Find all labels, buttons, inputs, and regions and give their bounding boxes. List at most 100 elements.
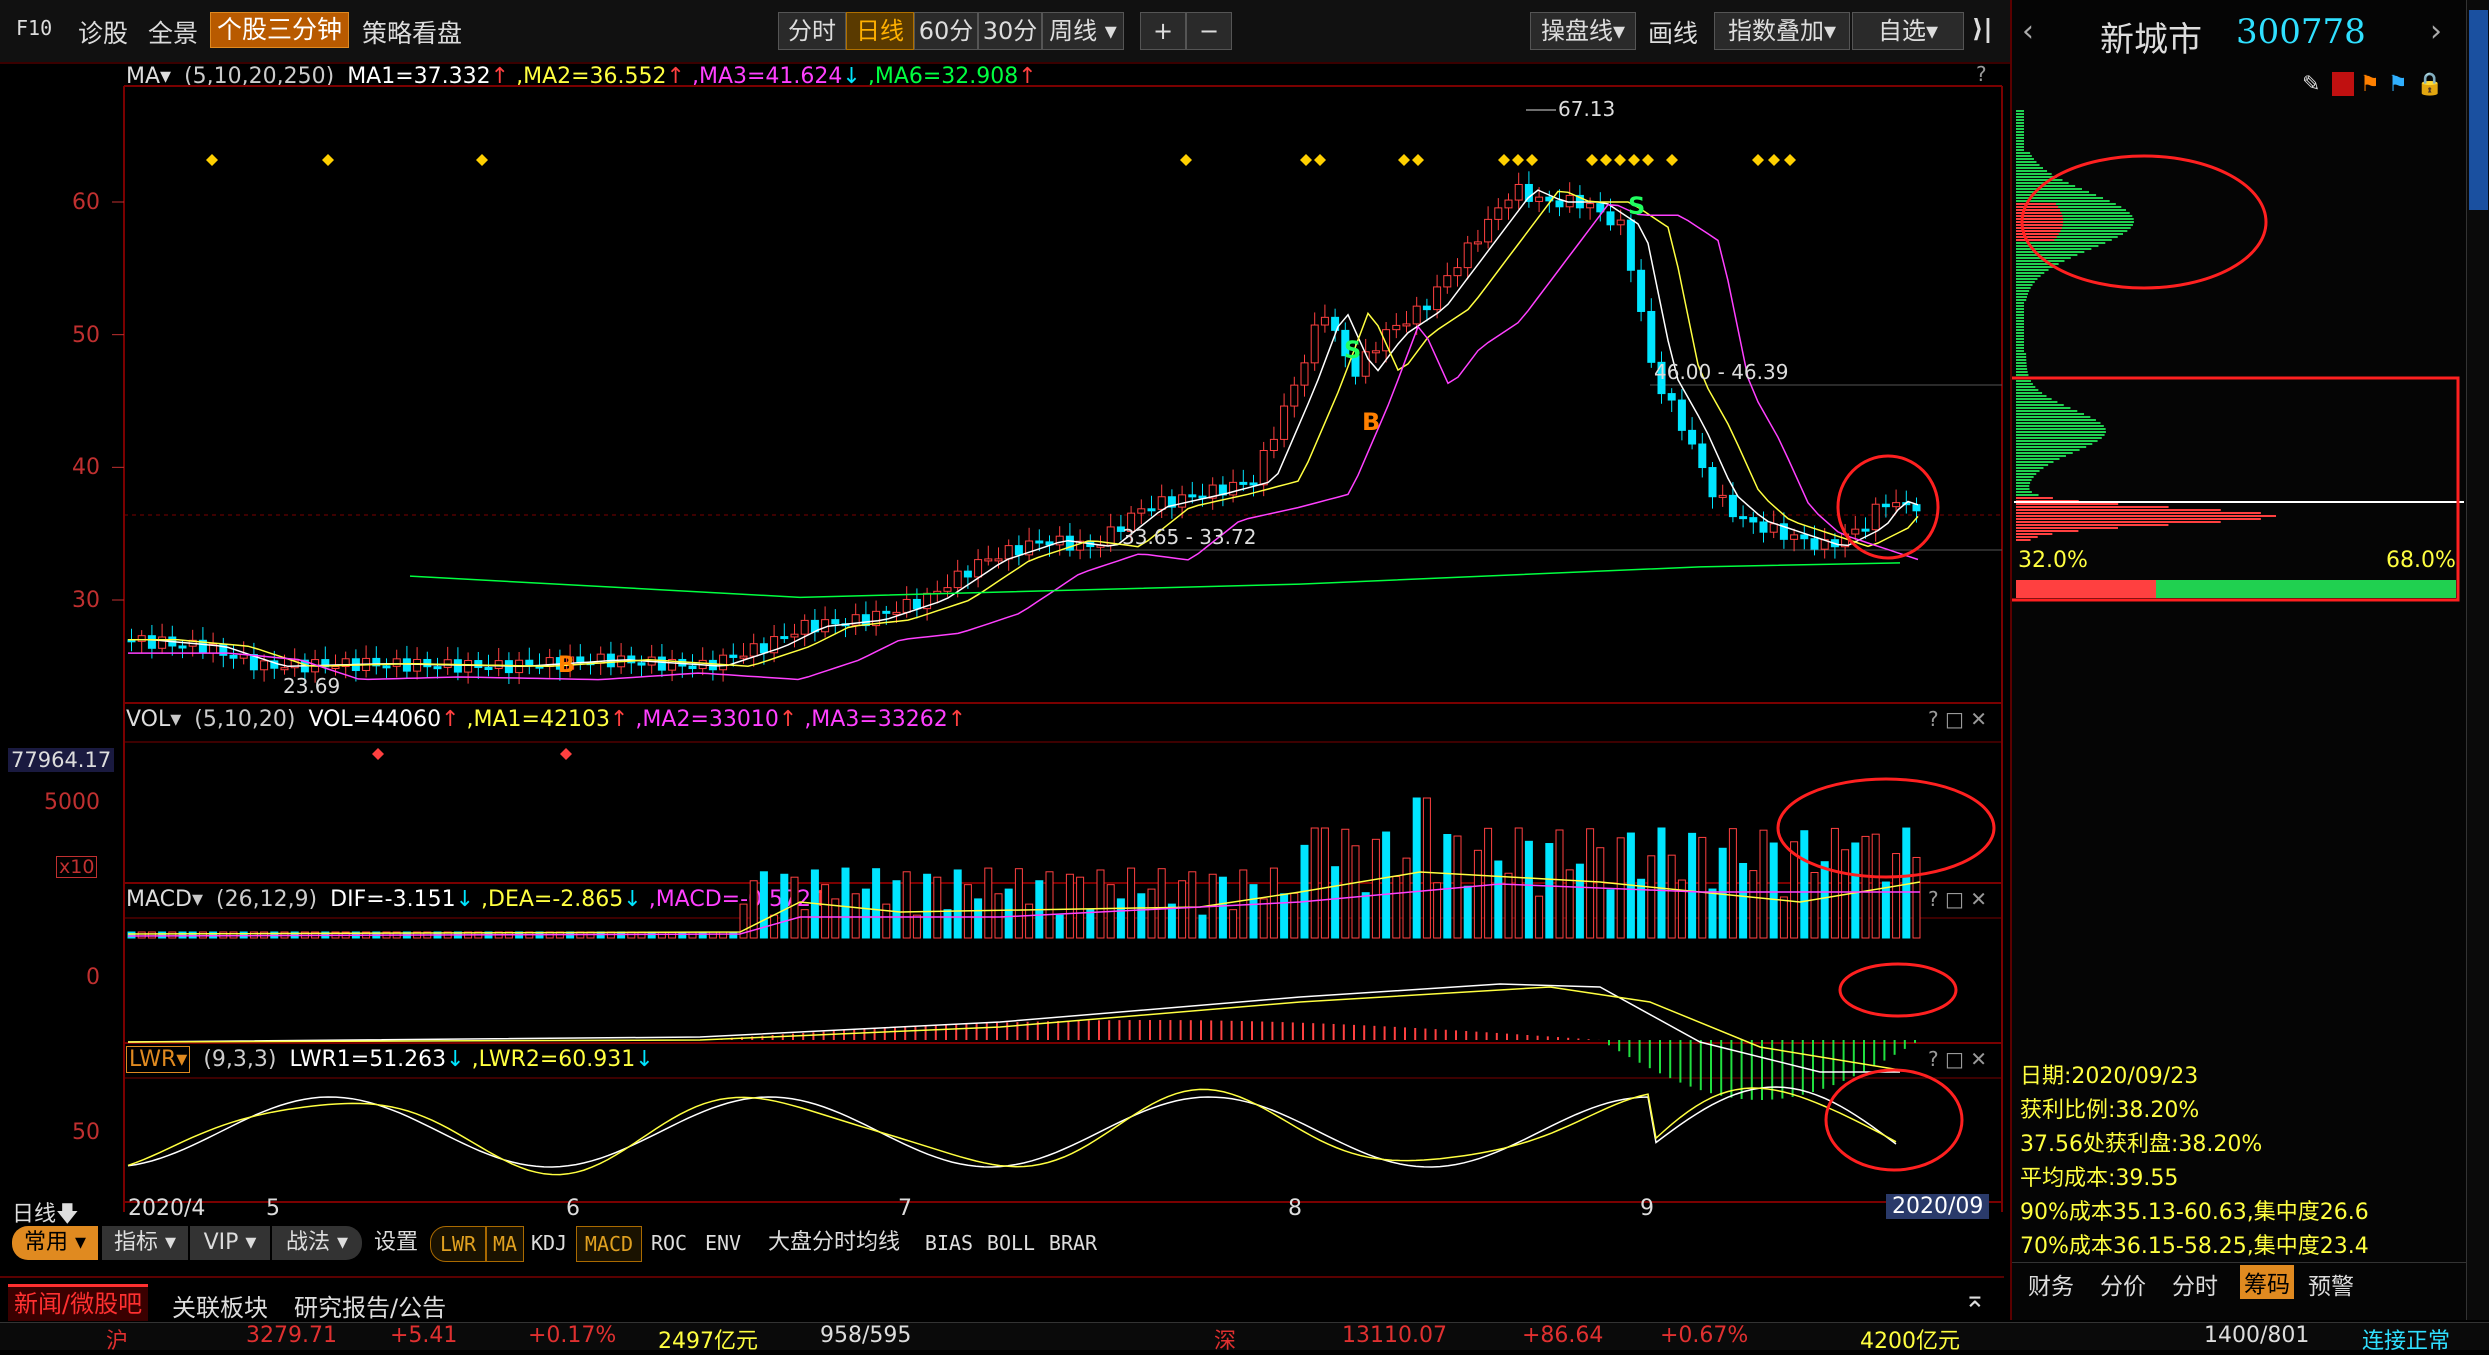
chip-bar <box>2016 338 2024 340</box>
volume-bar <box>943 909 952 939</box>
volume-bar <box>1535 895 1544 939</box>
period-weekly[interactable]: 周线 ▾ <box>1042 12 1124 50</box>
zoom-out-button[interactable]: − <box>1186 12 1232 50</box>
draw-line-button[interactable]: 画线 <box>1648 14 1698 50</box>
end-date-label: 2020/09 <box>1886 1194 1990 1219</box>
candle-body <box>1300 362 1309 386</box>
chip-bar <box>2016 485 2030 487</box>
tab-chips[interactable]: 筹码 <box>2240 1265 2294 1299</box>
tab-related-sectors[interactable]: 关联板块 <box>172 1288 268 1323</box>
candle-body <box>1892 502 1901 508</box>
tab-brar[interactable]: BRAR <box>1044 1226 1102 1260</box>
flag-blue-icon[interactable]: ⚑ <box>2388 72 2408 97</box>
chip-bar <box>2016 113 2024 115</box>
volume-bar <box>1912 856 1921 939</box>
chip-bar <box>2016 524 2169 526</box>
lock-icon[interactable]: 🔒 <box>2416 72 2443 97</box>
chip-profit-ratio: 获利比例:38.20% <box>2020 1098 2200 1123</box>
tab-macd[interactable]: MACD <box>576 1226 642 1262</box>
chip-bar <box>2016 122 2024 124</box>
collapse-panel-icon[interactable]: ⟩| <box>1972 14 1993 43</box>
tab-price-dist[interactable]: 分价 <box>2100 1267 2146 1301</box>
tab-bias[interactable]: BIAS <box>920 1226 978 1260</box>
next-stock-icon[interactable]: › <box>2430 14 2442 49</box>
chip-bar <box>2016 152 2031 154</box>
trade-line-button[interactable]: 操盘线▾ <box>1530 12 1636 50</box>
index-overlay-button[interactable]: 指数叠加▾ <box>1714 12 1850 50</box>
kline-chart[interactable]: 67.13 23.69 46.00 - 46.39 33.65 - 33.72 … <box>0 62 2004 1212</box>
candle-body <box>1586 203 1595 209</box>
strategy-button[interactable]: 策略看盘 <box>362 14 462 50</box>
candle-body <box>1861 528 1870 532</box>
zoom-in-button[interactable]: + <box>1140 12 1186 50</box>
chip-info: 日期:2020/09/23 获利比例:38.20% 37.56处获利盘:38.2… <box>2012 1058 2466 1259</box>
tab-kdj[interactable]: KDJ <box>524 1226 574 1260</box>
chip-bar <box>2016 341 2024 343</box>
prev-stock-icon[interactable]: ‹ <box>2022 14 2034 49</box>
candle-body <box>1239 481 1248 485</box>
watchlist-button[interactable]: 自选▾ <box>1852 12 1964 50</box>
sz-pct: +0.67% <box>1660 1323 1749 1348</box>
flag-icon[interactable]: ⚑ <box>2360 72 2380 97</box>
period-daily[interactable]: 日线 <box>846 12 914 50</box>
period-intraday[interactable]: 分时 <box>778 12 846 50</box>
f10-button[interactable]: F10 <box>16 16 52 40</box>
volume-bar <box>1361 892 1370 939</box>
diagnose-button[interactable]: 诊股 <box>78 14 128 50</box>
tab-common[interactable]: 常用 ▾ <box>12 1226 98 1260</box>
tab-indicators[interactable]: 指标 ▾ <box>102 1226 188 1260</box>
collapse-up-icon[interactable]: ⌅ <box>1964 1284 1986 1314</box>
candle-body <box>1881 503 1890 508</box>
volume-bar <box>1718 847 1727 939</box>
three-minute-button[interactable]: 个股三分钟 <box>210 12 350 48</box>
tab-ma[interactable]: MA <box>486 1226 524 1262</box>
tab-market-intraday-ma[interactable]: 大盘分时均线 <box>752 1226 916 1260</box>
settings-button[interactable]: 设置 <box>368 1226 424 1260</box>
tab-roc[interactable]: ROC <box>644 1226 694 1260</box>
candle-body <box>902 598 911 613</box>
candle-body <box>800 619 809 635</box>
chip-tabs: 财务 分价 分时 筹码 预警 <box>2012 1262 2466 1301</box>
chevron-down-icon: ▾ <box>74 1230 87 1255</box>
period-30min[interactable]: 30分 <box>978 12 1042 50</box>
ma-lines <box>128 189 1919 681</box>
volume-bar <box>1616 837 1625 939</box>
tab-research-reports[interactable]: 研究报告/公告 <box>294 1288 446 1323</box>
side-tab[interactable] <box>2469 10 2488 210</box>
chip-bar <box>2016 350 2024 352</box>
candle-body <box>1504 199 1513 209</box>
candle-body <box>402 658 411 672</box>
candle-body <box>1637 269 1646 312</box>
volume-bar <box>1739 862 1748 939</box>
chip-bar <box>2016 137 2024 139</box>
chevron-down-icon: ▾ <box>1823 17 1837 45</box>
chip-bar <box>2016 530 2079 532</box>
candle-body <box>637 662 646 666</box>
tab-intraday[interactable]: 分时 <box>2172 1267 2218 1301</box>
panorama-button[interactable]: 全景 <box>148 14 198 50</box>
chip-bar <box>2016 365 2027 367</box>
tab-tactics[interactable]: 战法 ▾ <box>272 1226 362 1260</box>
candle-body <box>474 660 483 669</box>
tab-lwr[interactable]: LWR <box>430 1226 486 1262</box>
pen-icon[interactable]: ✎ <box>2302 72 2320 97</box>
chip-bar <box>2016 515 2277 517</box>
chip-bar <box>2016 167 2044 169</box>
chart-icon[interactable] <box>2332 72 2354 96</box>
chip-bar <box>2016 470 2040 472</box>
volume-bar <box>1463 885 1472 939</box>
volume-bar <box>1749 870 1758 939</box>
chevron-down-icon: ▾ <box>336 1230 349 1255</box>
volume-bar <box>1116 898 1125 939</box>
tab-vip[interactable]: VIP ▾ <box>190 1226 270 1260</box>
candle-body <box>963 570 972 578</box>
volume-bar <box>1055 914 1064 939</box>
tab-env[interactable]: ENV <box>698 1226 748 1260</box>
period-60min[interactable]: 60分 <box>914 12 978 50</box>
chip-bar <box>2016 401 2058 403</box>
tab-finance[interactable]: 财务 <box>2028 1267 2074 1301</box>
tab-news[interactable]: 新闻/微股吧 <box>8 1284 149 1321</box>
tab-alert[interactable]: 预警 <box>2308 1267 2354 1301</box>
volume-bar <box>1259 898 1268 939</box>
tab-boll[interactable]: BOLL <box>982 1226 1040 1260</box>
